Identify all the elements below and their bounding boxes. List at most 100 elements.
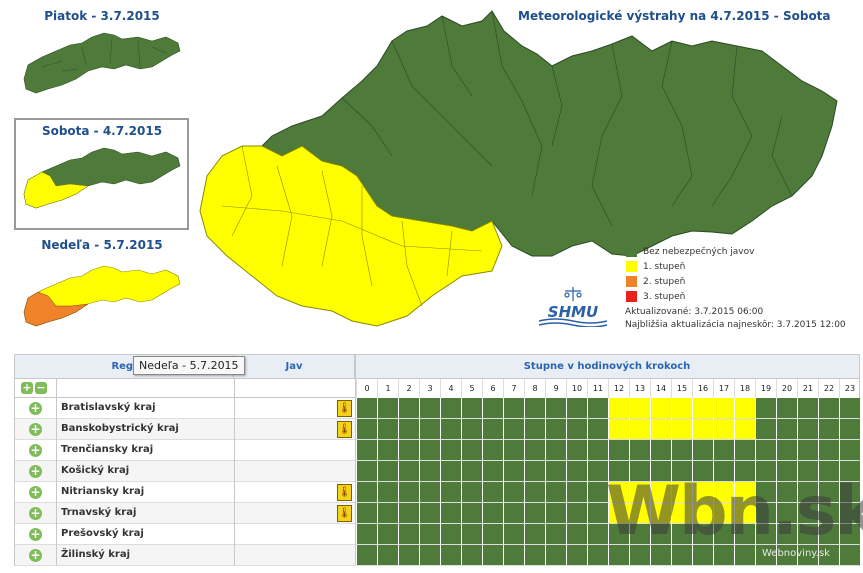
expand-row-button[interactable]: + [29,423,42,436]
hour-cell[interactable] [377,440,398,460]
hour-cell[interactable] [524,398,545,418]
table-row[interactable]: + Trenčiansky kraj [15,440,860,461]
hour-cell[interactable] [545,524,566,544]
hour-cell[interactable] [461,461,482,481]
hour-cell[interactable] [377,398,398,418]
hour-cell[interactable] [734,440,755,460]
day-title-friday[interactable]: Piatok - 3.7.2015 [17,9,187,23]
hour-cell[interactable] [587,461,608,481]
hour-cell[interactable] [440,503,461,523]
hour-cell[interactable] [377,482,398,502]
hour-cell[interactable] [419,461,440,481]
shmu-logo[interactable]: SHMU [535,285,611,327]
hour-cell[interactable] [776,440,797,460]
hour-cell[interactable] [566,482,587,502]
hour-cell[interactable] [839,419,860,439]
hour-cell[interactable] [566,545,587,565]
hour-cell[interactable] [461,524,482,544]
hour-cell[interactable] [503,545,524,565]
hour-cell[interactable] [440,461,461,481]
hour-cell[interactable] [524,503,545,523]
expand-row-button[interactable]: + [29,486,42,499]
hour-cell[interactable] [503,461,524,481]
hour-cell[interactable] [671,440,692,460]
hour-cell[interactable] [608,440,629,460]
thermometer-icon[interactable]: 🌡 [337,421,352,438]
hour-cell[interactable] [797,419,818,439]
hour-cell[interactable] [524,482,545,502]
hour-cell[interactable] [419,440,440,460]
hour-cell[interactable] [398,503,419,523]
hour-cell[interactable] [398,419,419,439]
hour-cell[interactable] [356,524,377,544]
hour-cell[interactable] [440,398,461,418]
hour-cell[interactable] [356,461,377,481]
map-thumb-saturday[interactable] [22,142,182,214]
thermometer-icon[interactable]: 🌡 [337,505,352,522]
hour-cell[interactable] [461,482,482,502]
hour-cell[interactable] [797,398,818,418]
hour-cell[interactable] [356,503,377,523]
hour-cell[interactable] [482,503,503,523]
expand-row-button[interactable]: + [29,507,42,520]
hour-cell[interactable] [545,545,566,565]
hour-cell[interactable] [461,440,482,460]
hour-cell[interactable] [482,419,503,439]
hour-cell[interactable] [461,419,482,439]
hour-cell[interactable] [398,440,419,460]
hour-cell[interactable] [629,440,650,460]
hour-cell[interactable] [503,524,524,544]
hour-cell[interactable] [461,503,482,523]
hour-cell[interactable] [545,398,566,418]
hour-cell[interactable] [377,545,398,565]
hour-cell[interactable] [482,398,503,418]
hour-cell[interactable] [356,545,377,565]
hour-cell[interactable] [566,503,587,523]
expand-all-button[interactable]: + [21,382,33,394]
hour-cell[interactable] [776,419,797,439]
hour-cell[interactable] [671,419,692,439]
day-title-saturday[interactable]: Sobota - 4.7.2015 [17,124,187,138]
table-row[interactable]: + Bratislavský kraj 🌡 [15,398,860,419]
hour-cell[interactable] [566,440,587,460]
hour-cell[interactable] [755,398,776,418]
hour-cell[interactable] [440,524,461,544]
hour-cell[interactable] [419,398,440,418]
hour-cell[interactable] [797,440,818,460]
thermometer-icon[interactable]: 🌡 [337,484,352,501]
hour-cell[interactable] [503,419,524,439]
hour-cell[interactable] [566,524,587,544]
hour-cell[interactable] [398,398,419,418]
hour-cell[interactable] [692,440,713,460]
hour-cell[interactable] [482,524,503,544]
hour-cell[interactable] [839,440,860,460]
hour-cell[interactable] [818,398,839,418]
hour-cell[interactable] [818,419,839,439]
hour-cell[interactable] [566,398,587,418]
expand-row-button[interactable]: + [29,444,42,457]
hour-cell[interactable] [440,482,461,502]
hour-cell[interactable] [839,398,860,418]
hour-cell[interactable] [587,419,608,439]
hour-cell[interactable] [587,545,608,565]
hour-cell[interactable] [440,545,461,565]
hour-cell[interactable] [545,440,566,460]
hour-cell[interactable] [419,419,440,439]
hour-cell[interactable] [377,524,398,544]
hour-cell[interactable] [629,419,650,439]
hour-cell[interactable] [692,398,713,418]
hour-cell[interactable] [398,545,419,565]
hour-cell[interactable] [356,398,377,418]
hour-cell[interactable] [356,419,377,439]
hour-cell[interactable] [587,482,608,502]
hour-cell[interactable] [545,503,566,523]
day-title-sunday[interactable]: Nedeľa - 5.7.2015 [17,238,187,252]
hour-cell[interactable] [482,545,503,565]
hour-cell[interactable] [629,398,650,418]
hour-cell[interactable] [419,524,440,544]
hour-cell[interactable] [377,419,398,439]
hour-cell[interactable] [587,503,608,523]
hour-cell[interactable] [524,461,545,481]
expand-row-button[interactable]: + [29,528,42,541]
hour-cell[interactable] [524,545,545,565]
